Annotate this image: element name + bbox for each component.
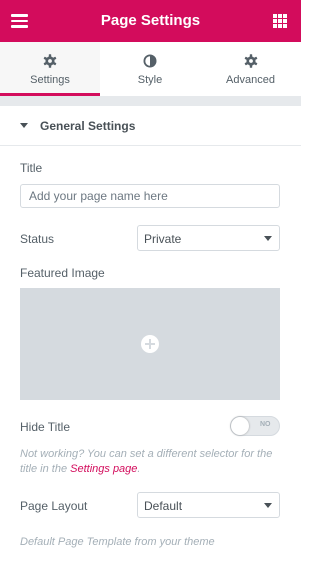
status-select-value: Private <box>144 232 182 246</box>
tab-style-label: Style <box>137 74 163 86</box>
tab-settings-label: Settings <box>30 74 70 86</box>
settings-page-link[interactable]: Settings page <box>70 463 137 475</box>
page-layout-label: Page Layout <box>20 499 88 513</box>
section-general-settings[interactable]: General Settings <box>0 106 301 146</box>
tab-advanced-label: Advanced <box>226 74 275 86</box>
section-separator <box>0 96 301 106</box>
chevron-down-icon <box>264 236 272 241</box>
page-layout-select[interactable]: Default <box>137 492 280 518</box>
tab-advanced[interactable]: Advanced <box>200 42 301 96</box>
caret-down-icon <box>20 123 28 128</box>
title-input[interactable] <box>20 184 280 208</box>
chevron-down-icon <box>264 503 272 508</box>
grid-apps-icon[interactable] <box>273 14 287 28</box>
featured-image-picker[interactable] <box>20 288 280 400</box>
toggle-knob <box>231 417 249 435</box>
gear-icon <box>43 54 57 68</box>
page-layout-note: Default Page Template from your theme <box>20 536 215 548</box>
hide-title-label: Hide Title <box>20 420 71 434</box>
hide-title-note-suffix: . <box>137 463 141 475</box>
tab-style[interactable]: Style <box>100 42 200 96</box>
hide-title-toggle[interactable]: NO <box>230 416 280 436</box>
status-select[interactable]: Private <box>137 225 280 251</box>
status-label: Status <box>20 232 55 246</box>
gear-icon <box>244 54 257 68</box>
half-circle-contrast-icon <box>143 54 157 68</box>
panel-title: Page Settings <box>100 12 201 29</box>
hide-title-note-text: Not working? You can set a different sel… <box>20 448 273 475</box>
section-title: General Settings <box>40 119 136 133</box>
plus-circle-icon <box>141 335 159 353</box>
hide-title-note: Not working? You can set a different sel… <box>20 447 282 477</box>
page-layout-select-value: Default <box>144 499 183 513</box>
featured-image-label: Featured Image <box>20 266 105 280</box>
title-label: Title <box>20 161 43 175</box>
panel-header: Page Settings <box>0 0 301 42</box>
toggle-state-text: NO <box>260 421 271 428</box>
panel-tabs: Settings Style Advanced <box>0 42 301 96</box>
tab-settings[interactable]: Settings <box>0 42 100 96</box>
